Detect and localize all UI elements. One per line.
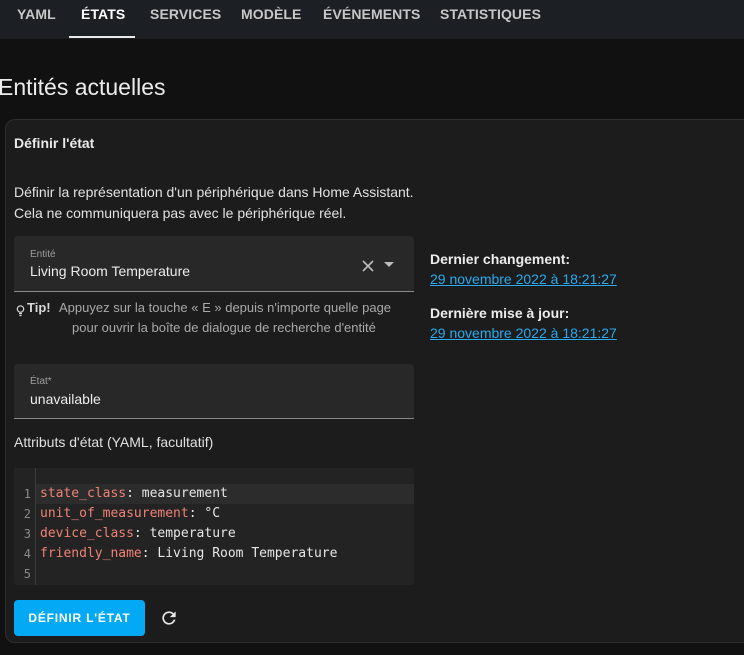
yaml-key: friendly_name bbox=[40, 546, 142, 561]
page-title: Entités actuelles bbox=[0, 74, 166, 100]
tab-bar: YAML ÉTATS SERVICES MODÈLE ÉVÉNEMENTS ST… bbox=[0, 0, 744, 39]
last-updated-label: Dernière mise à jour: bbox=[430, 305, 570, 321]
yaml-value: Living Room Temperature bbox=[157, 546, 338, 561]
entity-field-value: Living Room Temperature bbox=[30, 263, 191, 279]
entity-field-label: Entité bbox=[30, 249, 56, 260]
description-line-2: Cela ne communiquera pas avec le périphé… bbox=[14, 205, 347, 221]
state-field-label: État* bbox=[30, 376, 52, 387]
last-changed-label: Dernier changement: bbox=[430, 251, 571, 267]
yaml-key: state_class bbox=[40, 486, 127, 501]
code-line: 1 state_class: measurement bbox=[14, 484, 228, 504]
refresh-icon[interactable] bbox=[159, 608, 179, 628]
code-line: 5 bbox=[14, 564, 31, 584]
code-line: 4 friendly_name: Living Room Temperature bbox=[14, 544, 338, 564]
tab-events[interactable]: ÉVÉNEMENTS bbox=[323, 0, 420, 39]
card-heading: Définir l'état bbox=[14, 135, 95, 151]
card-description: Définir la représentation d'un périphéri… bbox=[14, 182, 414, 224]
yaml-key: unit_of_measurement bbox=[40, 506, 189, 521]
tab-services[interactable]: SERVICES bbox=[150, 0, 221, 39]
code-line: 2 unit_of_measurement: °C bbox=[14, 504, 220, 524]
yaml-value: temperature bbox=[149, 526, 236, 541]
code-line: 3 device_class: temperature bbox=[14, 524, 236, 544]
line-number: 1 bbox=[23, 487, 31, 501]
set-state-button[interactable]: DÉFINIR L'ÉTAT bbox=[14, 600, 145, 636]
line-number: 2 bbox=[23, 507, 31, 521]
tip-line-2: pour ouvrir la boîte de dialogue de rech… bbox=[72, 320, 376, 335]
attributes-label: Attributs d'état (YAML, facultatif) bbox=[14, 434, 214, 450]
dropdown-caret-icon[interactable] bbox=[384, 262, 394, 267]
state-field-value: unavailable bbox=[30, 391, 101, 407]
yaml-editor[interactable]: 1 state_class: measurement 2 unit_of_mea… bbox=[14, 468, 414, 585]
line-number: 5 bbox=[23, 567, 31, 581]
active-tab-indicator bbox=[69, 36, 135, 38]
tip-title: Tip! bbox=[27, 300, 51, 315]
line-number: 3 bbox=[23, 527, 31, 541]
clear-icon[interactable] bbox=[360, 258, 376, 274]
state-input[interactable]: État* unavailable bbox=[14, 364, 414, 419]
tab-states[interactable]: ÉTATS bbox=[81, 0, 125, 39]
tab-yaml[interactable]: YAML bbox=[17, 0, 56, 39]
last-changed-link[interactable]: 29 novembre 2022 à 18:21:27 bbox=[430, 271, 617, 287]
yaml-value: measurement bbox=[141, 486, 228, 501]
tip-line-1: Appuyez sur la touche « E » depuis n'imp… bbox=[59, 300, 392, 315]
tab-template[interactable]: MODÈLE bbox=[241, 0, 302, 39]
line-number: 4 bbox=[23, 547, 31, 561]
yaml-key: device_class bbox=[40, 526, 134, 541]
tab-statistics[interactable]: STATISTIQUES bbox=[440, 0, 541, 39]
entity-picker[interactable]: Entité Living Room Temperature bbox=[14, 236, 414, 292]
last-updated-link[interactable]: 29 novembre 2022 à 18:21:27 bbox=[430, 325, 617, 341]
lightbulb-icon bbox=[16, 305, 25, 317]
yaml-value: °C bbox=[204, 506, 221, 521]
description-line-1: Définir la représentation d'un périphéri… bbox=[14, 184, 414, 200]
